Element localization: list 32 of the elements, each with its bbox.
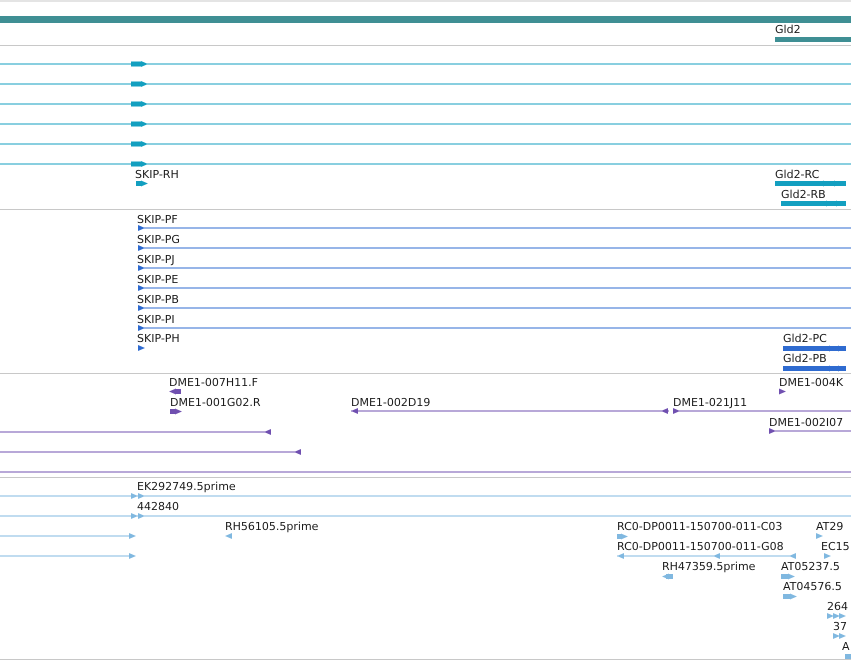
feature-label[interactable]: DME1-002D19: [351, 396, 430, 409]
feature-label[interactable]: Gld2-PB: [783, 352, 827, 365]
feature-label[interactable]: SKIP-PI: [137, 313, 175, 326]
feature-label[interactable]: SKIP-PF: [137, 213, 178, 226]
feature-label[interactable]: 442840: [137, 500, 179, 513]
feature-label[interactable]: Gld2-RC: [775, 168, 820, 181]
feature-label[interactable]: SKIP-PB: [137, 293, 179, 306]
feature-label[interactable]: DME1-004K: [779, 376, 844, 389]
feature-label[interactable]: RC0-DP0011-150700-011-G08: [617, 540, 784, 553]
feature-label[interactable]: EC15: [821, 540, 850, 553]
feature-label[interactable]: RH56105.5prime: [225, 520, 318, 533]
feature-label[interactable]: DME1-002I07: [769, 416, 844, 429]
feature-label[interactable]: SKIP-PG: [137, 233, 180, 246]
feature-label[interactable]: 264: [827, 600, 848, 613]
feature-label[interactable]: Gld2-PC: [783, 332, 827, 345]
feature-label[interactable]: RC0-DP0011-150700-011-C03: [617, 520, 782, 533]
feature-label[interactable]: RH47359.5prime: [662, 560, 756, 573]
feature-label[interactable]: DME1-021J11: [673, 396, 748, 409]
feature-label[interactable]: 37: [833, 620, 847, 633]
feature-label[interactable]: AT05237.5: [781, 560, 840, 573]
feature-label[interactable]: AT29: [816, 520, 844, 533]
feature-label[interactable]: EK292749.5prime: [137, 480, 236, 493]
feature-label[interactable]: SKIP-PH: [137, 332, 180, 345]
feature-label[interactable]: SKIP-PE: [137, 273, 178, 286]
feature-label[interactable]: A: [842, 640, 850, 653]
feature-label[interactable]: SKIP-RH: [135, 168, 179, 181]
feature-label[interactable]: Gld2: [775, 23, 801, 36]
feature-label[interactable]: AT04576.5: [783, 580, 842, 593]
feature-label[interactable]: DME1-007H11.F: [169, 376, 258, 389]
feature-label[interactable]: DME1-001G02.R: [170, 396, 261, 409]
feature-label[interactable]: SKIP-PJ: [137, 253, 175, 266]
feature-label[interactable]: Gld2-RB: [781, 188, 826, 201]
